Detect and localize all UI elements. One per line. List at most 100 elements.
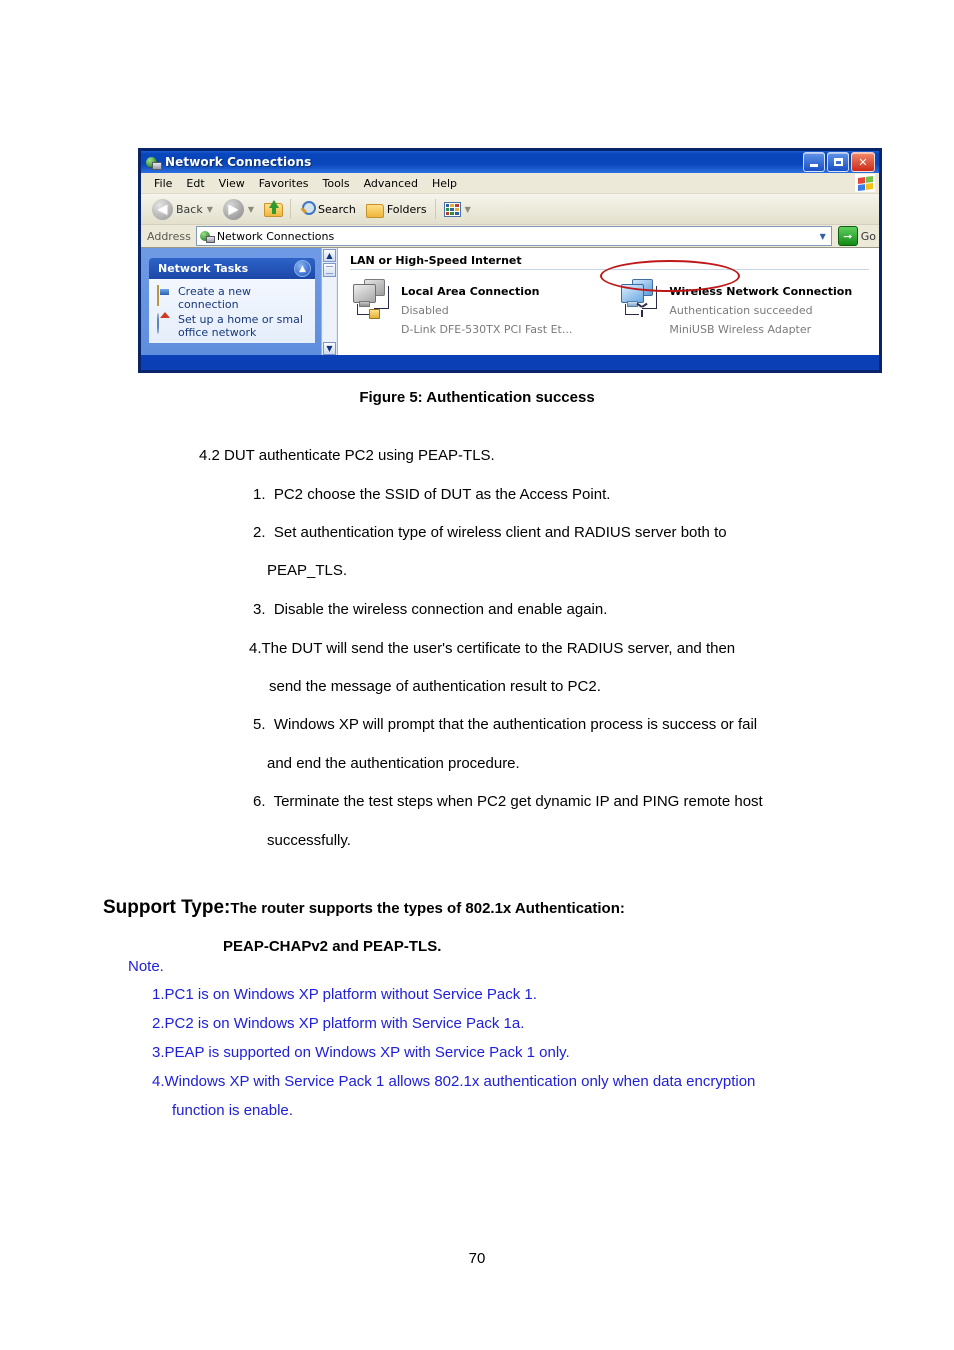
note-1: 1.PC1 is on Windows XP platform without … [152,986,537,1003]
new-connection-icon [157,285,173,306]
lan-connection-icon-disabled [350,278,394,319]
connection-device: D-Link DFE-530TX PCI Fast Et... [401,323,573,336]
go-button[interactable]: ➞ Go [837,226,876,246]
chevron-down-icon[interactable]: ▼ [207,205,213,214]
support-type-line: Support Type:The router supports the typ… [103,897,903,919]
folders-button-label: Folders [386,202,427,216]
vertical-scrollbar[interactable]: ▲ ▼ [321,248,338,355]
group-divider [350,269,869,270]
network-tasks-header[interactable]: Network Tasks ▲ [149,258,315,279]
connection-device: MiniUSB Wireless Adapter [669,323,812,336]
sidebar-item-label: Set up a home or smal office network [178,313,303,339]
minimize-button[interactable] [803,152,825,172]
step-5: 5. Windows XP will prompt that the authe… [253,716,758,733]
go-arrow-icon: ➞ [837,226,858,246]
up-button[interactable] [259,197,287,221]
step-1: 1. PC2 choose the SSID of DUT as the Acc… [253,486,611,503]
address-value: Network Connections [216,229,335,243]
step-5-cont: and end the authentication procedure. [267,755,520,772]
note-3: 3.PEAP is supported on Windows XP with S… [152,1044,570,1061]
figure-caption: Figure 5: Authentication success [359,389,595,406]
group-title: LAN or High-Speed Internet [350,254,522,267]
search-button-label: Search [318,202,356,216]
search-icon [299,201,317,217]
window-titlebar: Network Connections ✕ [141,151,879,173]
menu-item-file[interactable]: File [147,176,179,191]
search-button[interactable]: Search [294,197,361,221]
support-type-block: Support Type:The router supports the typ… [103,897,903,955]
scroll-up-icon[interactable]: ▲ [323,249,336,262]
toolbar-separator [290,199,292,219]
network-tasks-title: Network Tasks [158,262,249,275]
folder-up-icon [264,200,284,217]
menu-item-tools[interactable]: Tools [315,176,356,191]
note-2: 2.PC2 is on Windows XP platform with Ser… [152,1015,525,1032]
menu-item-favorites[interactable]: Favorites [252,176,316,191]
folders-button[interactable]: Folders [361,197,432,221]
toolbar-separator [434,199,436,219]
connection-status: Authentication succeeded [669,304,813,317]
forward-button[interactable]: ▶ ▼ [218,197,259,221]
go-button-label: Go [860,229,876,243]
wireless-connection-icon [618,278,662,318]
back-button-label: Back [176,202,203,216]
menu-item-edit[interactable]: Edt [179,176,211,191]
window-menubar: File Edt View Favorites Tools Advanced H… [141,173,879,194]
step-2: 2. Set authentication type of wireless c… [253,524,727,541]
step-4: 4.The DUT will send the user's certifica… [249,640,736,657]
address-bar: Address Network Connections ▼ ➞ Go [141,225,879,248]
menu-item-view[interactable]: View [212,176,252,191]
network-connections-icon [145,154,162,170]
list-item[interactable]: Wireless Network Connection Authenticati… [618,278,852,337]
step-6-cont: successfully. [267,832,351,849]
menu-item-advanced[interactable]: Advanced [357,176,425,191]
sidebar: Network Tasks ▲ Create a new connection … [141,248,321,355]
figure-screenshot: Network Connections ✕ File Edt View Favo… [138,148,882,373]
step-6: 6. Terminate the test steps when PC2 get… [253,793,763,810]
network-tasks-panel: Network Tasks ▲ Create a new connection … [149,258,315,343]
scrollbar-thumb[interactable] [323,263,336,277]
section-heading: 4.2 DUT authenticate PC2 using PEAP-TLS. [199,447,495,464]
scrollbar-track[interactable] [323,277,336,342]
address-label: Address [147,229,191,243]
step-4-cont: send the message of authentication resul… [269,678,601,695]
connection-status: Disabled [401,304,449,317]
support-type-label: Support Type: [103,897,231,918]
chevron-down-icon[interactable]: ▼ [248,205,254,214]
list-item[interactable]: Local Area Connection Disabled D-Link DF… [350,278,572,337]
sidebar-item-setup-home-network[interactable]: Set up a home or smal office network [149,312,315,340]
window-body: Network Tasks ▲ Create a new connection … [141,248,879,355]
support-type-text: The router supports the types of 802.1x … [230,900,625,917]
chevron-down-icon[interactable]: ▼ [815,228,831,244]
folders-icon [365,202,384,218]
window-buttons: ✕ [803,152,875,172]
page-number: 70 [468,1250,486,1267]
maximize-button[interactable] [827,152,849,172]
note-title: Note. [128,958,164,975]
sidebar-item-create-connection[interactable]: Create a new connection [149,284,315,312]
sidebar-item-label: Create a new connection [178,285,252,311]
connections-list: Local Area Connection Disabled D-Link DF… [350,278,879,337]
views-button[interactable]: ▼ [439,197,476,221]
back-button[interactable]: ◀ Back ▼ [147,197,218,221]
address-input[interactable]: Network Connections ▼ [195,226,832,246]
step-2-cont: PEAP_TLS. [267,562,348,579]
window-title: Network Connections [165,155,312,169]
windows-flag-icon [855,174,875,192]
home-network-icon [157,313,173,334]
connection-text: Wireless Network Connection Authenticati… [669,278,852,337]
network-connections-icon [199,230,215,243]
forward-arrow-icon: ▶ [222,198,244,220]
close-button[interactable]: ✕ [851,152,875,172]
note-4-cont: function is enable. [172,1102,293,1119]
views-icon [443,201,461,217]
note-4: 4.Windows XP with Service Pack 1 allows … [152,1073,756,1090]
connection-text: Local Area Connection Disabled D-Link DF… [401,278,572,337]
connection-name: Local Area Connection [401,285,540,298]
chevron-up-icon[interactable]: ▲ [294,260,311,277]
scroll-down-icon[interactable]: ▼ [323,342,336,355]
window-toolbar: ◀ Back ▼ ▶ ▼ Search Folders ▼ [141,194,879,225]
connection-name: Wireless Network Connection [669,285,853,298]
menu-item-help[interactable]: Help [425,176,464,191]
chevron-down-icon[interactable]: ▼ [465,205,471,214]
